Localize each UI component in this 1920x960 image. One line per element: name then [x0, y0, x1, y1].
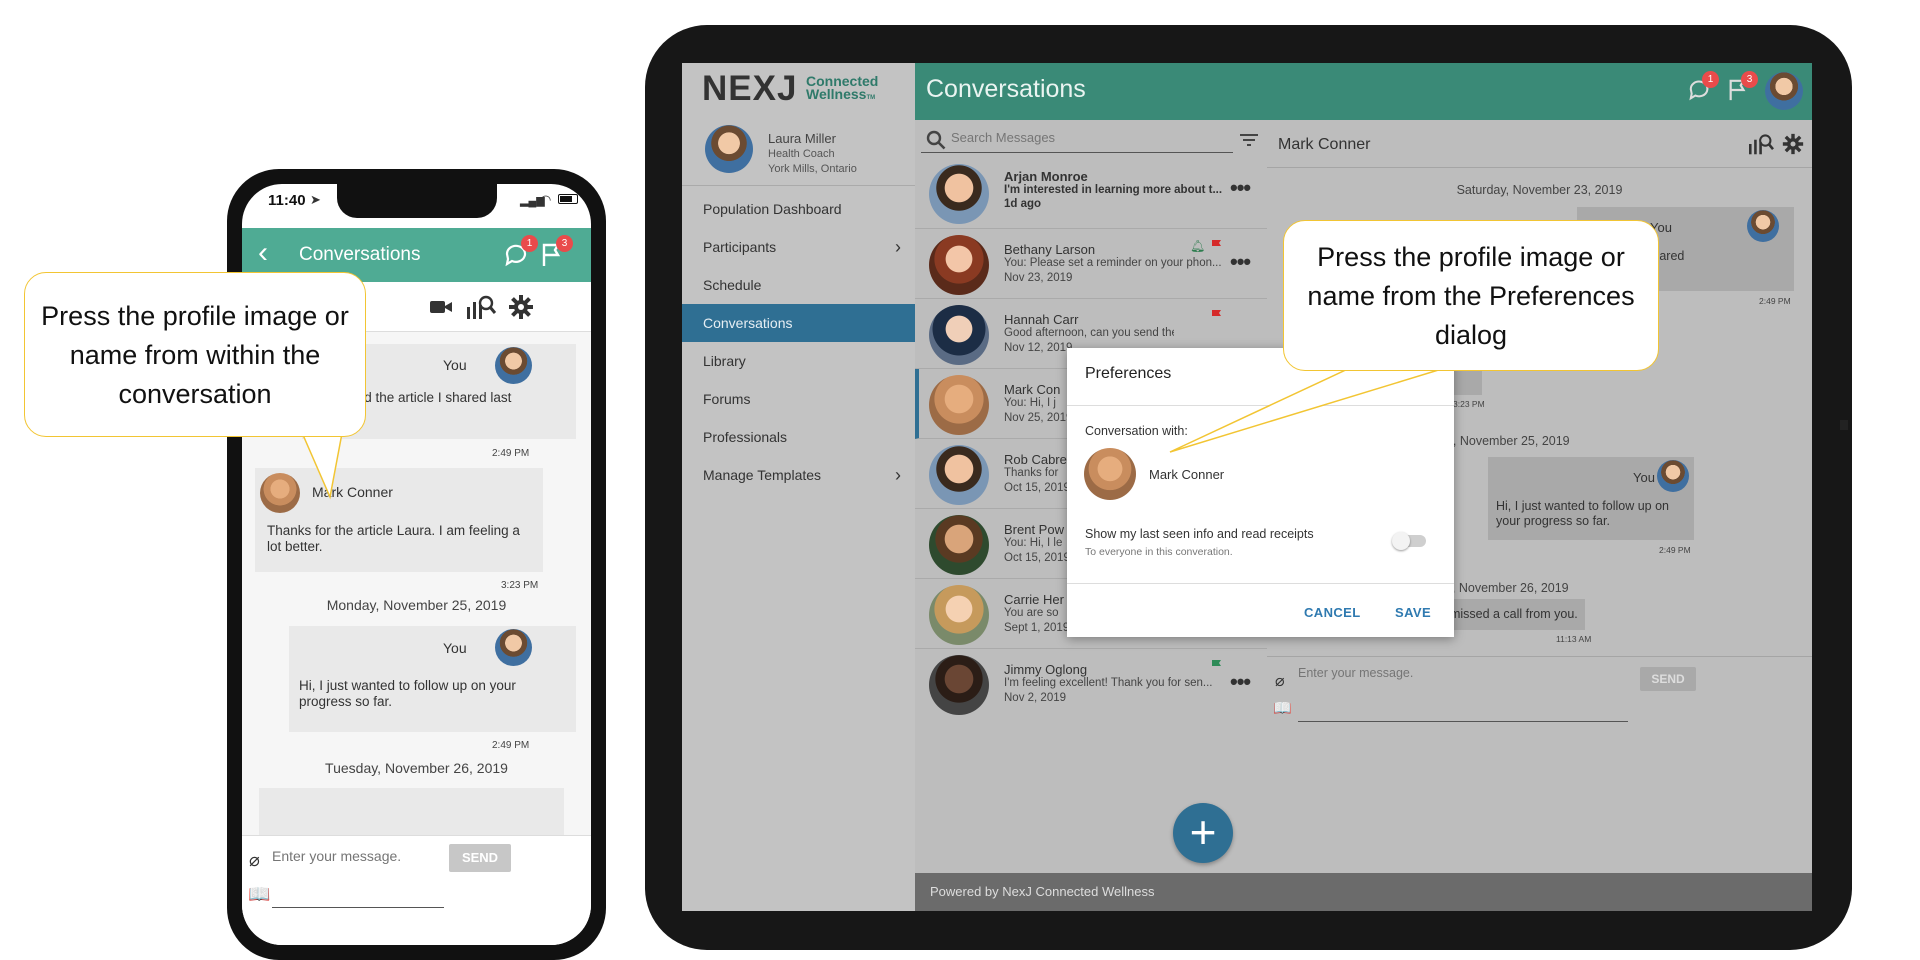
callout-seam — [1351, 366, 1444, 370]
left-callout-text: Press the profile image or name from wit… — [41, 301, 349, 409]
right-callout-text: Press the profile image or name from the… — [1307, 242, 1635, 350]
left-callout: Press the profile image or name from wit… — [24, 272, 366, 437]
callout-pointers — [298, 367, 1446, 500]
right-callout: Press the profile image or name from the… — [1283, 220, 1659, 371]
callout-seam — [301, 426, 342, 430]
right-callout-pointer — [1169, 367, 1446, 453]
left-callout-pointer — [298, 427, 344, 500]
